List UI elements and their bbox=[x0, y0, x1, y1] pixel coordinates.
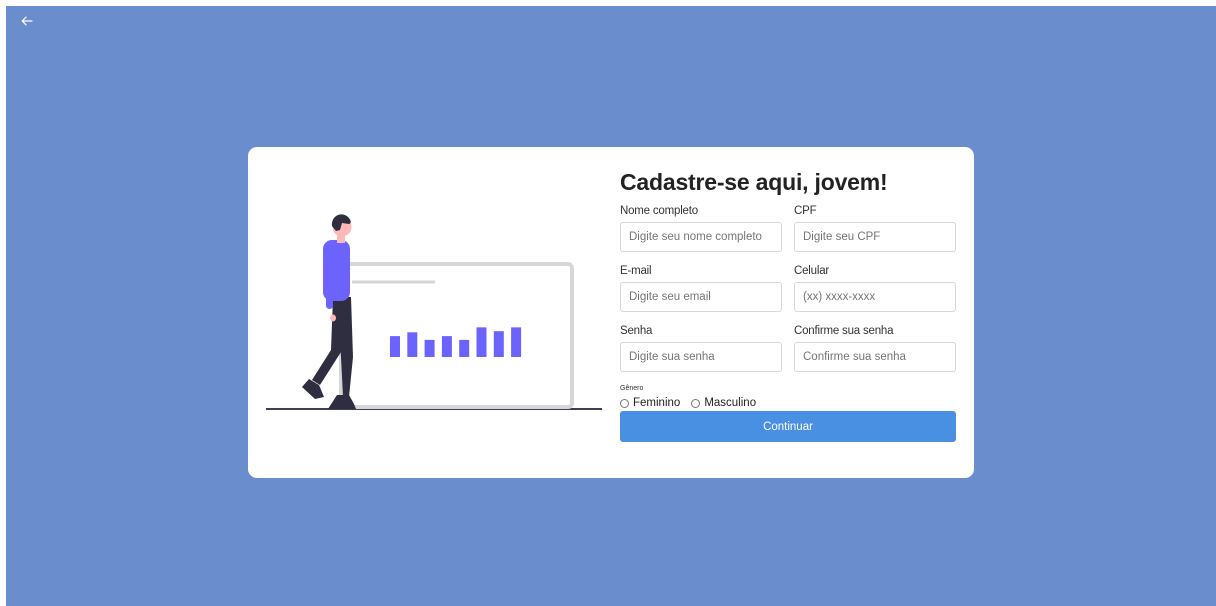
back-button[interactable] bbox=[18, 12, 36, 30]
email-input[interactable] bbox=[620, 282, 782, 312]
arrow-left-icon bbox=[21, 16, 33, 26]
nome-completo-input[interactable] bbox=[620, 222, 782, 252]
gender-label: Gênero bbox=[620, 385, 644, 392]
field-label: Nome completo bbox=[620, 205, 698, 217]
illustration-bar bbox=[459, 339, 470, 357]
board bbox=[339, 262, 574, 409]
field-email: E-mail bbox=[620, 264, 782, 324]
radio-button[interactable] bbox=[691, 398, 701, 408]
signup-card: Cadastre-se aqui, jovem! Nome completo C… bbox=[248, 147, 974, 478]
senha-input[interactable] bbox=[620, 342, 782, 372]
radio-feminino[interactable]: Feminino bbox=[620, 397, 680, 409]
cpf-input[interactable] bbox=[794, 222, 956, 252]
field-label: Celular bbox=[794, 265, 830, 277]
field-nome-completo: Nome completo bbox=[620, 204, 782, 264]
radio-button[interactable] bbox=[620, 398, 629, 408]
illustration-bar bbox=[511, 327, 522, 357]
confirme-senha-input[interactable] bbox=[794, 342, 956, 372]
field-label: Confirme sua senha bbox=[794, 325, 894, 337]
person-figure bbox=[302, 214, 356, 409]
illustration-bar bbox=[407, 332, 418, 357]
field-celular: Celular bbox=[794, 264, 956, 324]
page-background: Cadastre-se aqui, jovem! Nome completo C… bbox=[6, 6, 1216, 606]
celular-input[interactable] bbox=[794, 282, 956, 312]
radio-label: Feminino bbox=[633, 397, 681, 409]
field-confirme-senha: Confirme sua senha bbox=[794, 324, 956, 384]
field-label: CPF bbox=[794, 205, 817, 217]
illustration-bar bbox=[424, 339, 435, 357]
field-label: Senha bbox=[620, 325, 653, 337]
fields-grid: Nome completo CPF E-mail Celular Senha bbox=[620, 204, 956, 384]
field-label: E-mail bbox=[620, 265, 652, 277]
radio-label: Masculino bbox=[704, 397, 757, 409]
radio-masculino[interactable]: Masculino bbox=[691, 397, 756, 409]
field-cpf: CPF bbox=[794, 204, 956, 264]
illustration bbox=[266, 214, 602, 410]
illustration-bar bbox=[441, 336, 452, 357]
gender-radio-group: Feminino Masculino bbox=[620, 397, 956, 409]
field-senha: Senha bbox=[620, 324, 782, 384]
form-title: Cadastre-se aqui, jovem! bbox=[620, 169, 888, 195]
illustration-bar bbox=[390, 336, 400, 357]
continue-button[interactable]: Continuar bbox=[620, 411, 956, 442]
illustration-bar bbox=[476, 327, 487, 357]
illustration-bar bbox=[493, 331, 504, 357]
signup-form: Cadastre-se aqui, jovem! Nome completo C… bbox=[620, 167, 956, 442]
